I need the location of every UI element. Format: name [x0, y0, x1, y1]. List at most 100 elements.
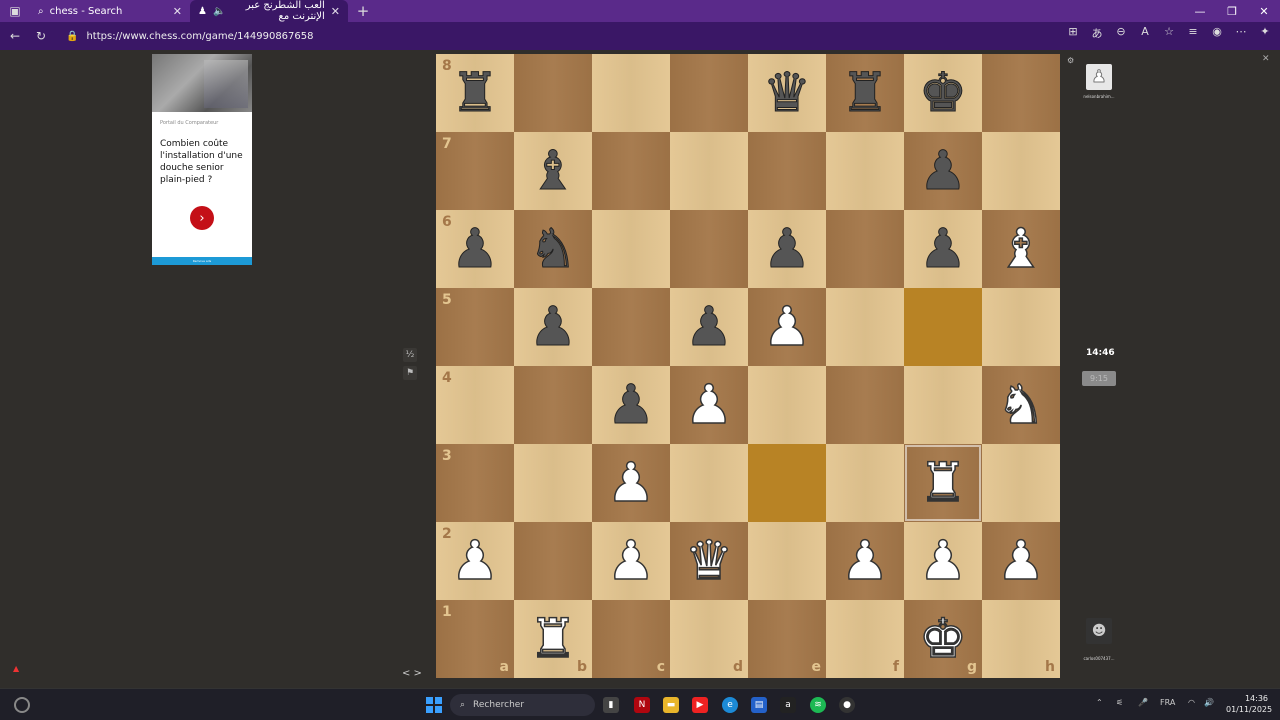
- favorite-icon[interactable]: ☆: [1162, 25, 1176, 41]
- square-f4[interactable]: [826, 366, 904, 444]
- close-icon[interactable]: ✕: [331, 5, 340, 18]
- square-b2[interactable]: [514, 522, 592, 600]
- translate-icon[interactable]: あ: [1090, 25, 1104, 41]
- square-b3[interactable]: [514, 444, 592, 522]
- settings-icon[interactable]: ⚙: [1067, 56, 1074, 65]
- square-b4[interactable]: [514, 366, 592, 444]
- square-g5[interactable]: [904, 288, 982, 366]
- square-a7[interactable]: 7: [436, 132, 514, 210]
- system-clock[interactable]: 14:36 01/11/2025: [1226, 693, 1272, 715]
- app-icon[interactable]: ●: [839, 697, 855, 713]
- minimize-icon[interactable]: —: [1184, 0, 1216, 22]
- square-b6[interactable]: ♞: [514, 210, 592, 288]
- square-a6[interactable]: 6 ♟: [436, 210, 514, 288]
- square-h5[interactable]: [982, 288, 1060, 366]
- square-h2[interactable]: ♟: [982, 522, 1060, 600]
- remove-ads-link[interactable]: Remove ads: [152, 257, 252, 265]
- square-c2[interactable]: ♟: [592, 522, 670, 600]
- opponent-name[interactable]: nelsonbrahim...: [1082, 94, 1116, 99]
- square-d8[interactable]: [670, 54, 748, 132]
- square-c7[interactable]: [592, 132, 670, 210]
- white-queen-icon[interactable]: ♛: [684, 533, 734, 589]
- close-window-icon[interactable]: ✕: [1248, 0, 1280, 22]
- white-king-icon[interactable]: ♚: [918, 611, 968, 667]
- more-icon[interactable]: ⋯: [1234, 25, 1248, 41]
- file-explorer-icon[interactable]: ▬: [663, 697, 679, 713]
- square-d2[interactable]: ♛: [670, 522, 748, 600]
- black-bishop-icon[interactable]: ♝: [528, 143, 577, 198]
- square-a1[interactable]: 1a: [436, 600, 514, 678]
- square-h1[interactable]: h: [982, 600, 1060, 678]
- square-e1[interactable]: e: [748, 600, 826, 678]
- white-pawn-icon[interactable]: ♟: [762, 299, 812, 355]
- square-a4[interactable]: 4: [436, 366, 514, 444]
- volume-icon[interactable]: 🔊: [1204, 698, 1214, 707]
- white-pawn-icon[interactable]: ♟: [450, 533, 500, 589]
- square-c8[interactable]: [592, 54, 670, 132]
- search-input[interactable]: ⌕ Rechercher: [450, 694, 595, 716]
- white-pawn-icon[interactable]: ♟: [606, 455, 656, 511]
- avatar[interactable]: ♟: [1086, 64, 1112, 90]
- profile-icon[interactable]: ◉: [1210, 25, 1224, 41]
- square-e8[interactable]: ♛: [748, 54, 826, 132]
- edge-icon[interactable]: e: [722, 697, 738, 713]
- square-f8[interactable]: ♜: [826, 54, 904, 132]
- square-e6[interactable]: ♟: [748, 210, 826, 288]
- square-c6[interactable]: [592, 210, 670, 288]
- black-rook-icon[interactable]: ♜: [450, 65, 499, 120]
- player-name[interactable]: carlos007437...: [1082, 656, 1116, 661]
- black-pawn-icon[interactable]: ♟: [918, 221, 967, 276]
- chevron-right-icon[interactable]: ›: [190, 206, 214, 230]
- square-c3[interactable]: ♟: [592, 444, 670, 522]
- black-king-icon[interactable]: ♚: [918, 65, 967, 120]
- square-b8[interactable]: [514, 54, 592, 132]
- tab-chess-search[interactable]: ⌕ chess - Search ✕: [30, 0, 190, 22]
- back-icon[interactable]: ←: [4, 25, 26, 47]
- avatar[interactable]: ☻: [1086, 618, 1112, 644]
- black-queen-icon[interactable]: ♛: [762, 65, 811, 120]
- read-aloud-icon[interactable]: A: [1138, 25, 1152, 41]
- square-c1[interactable]: c: [592, 600, 670, 678]
- amazon-icon[interactable]: a: [780, 697, 796, 713]
- chess-board[interactable]: 8 ♜ ♛ ♜ ♚ 7 ♝ ♟ 6 ♟ ♞ ♟ ♟ ♝ 5 ♟ ♟ ♟ 4 ♟ ♟ ♞ 3 ♟ ♜ 2 ♟ ♟ ♛ ♟ ♟ ♟ 1 a b ♜ c d e f…: [436, 54, 1060, 678]
- url-field[interactable]: 🔒 https://www.chess.com/game/14499086765…: [66, 25, 1056, 47]
- netflix-icon[interactable]: N: [634, 697, 650, 713]
- square-g1[interactable]: g ♚: [904, 600, 982, 678]
- network-icon[interactable]: ⚟: [1116, 698, 1123, 707]
- square-f6[interactable]: [826, 210, 904, 288]
- tab-chess-game[interactable]: ♟ 🔈 العب الشطرنج عبر الإنترنت مع ✕: [190, 0, 348, 22]
- square-f3[interactable]: [826, 444, 904, 522]
- store-icon[interactable]: ▤: [751, 697, 767, 713]
- square-h4[interactable]: ♞: [982, 366, 1060, 444]
- square-f1[interactable]: f: [826, 600, 904, 678]
- black-pawn-icon[interactable]: ♟: [528, 299, 577, 354]
- square-h6[interactable]: ♝: [982, 210, 1060, 288]
- square-f5[interactable]: [826, 288, 904, 366]
- square-a3[interactable]: 3: [436, 444, 514, 522]
- square-g7[interactable]: ♟: [904, 132, 982, 210]
- square-g3[interactable]: ♜: [904, 444, 982, 522]
- white-pawn-icon[interactable]: ♟: [996, 533, 1046, 589]
- close-icon[interactable]: ✕: [173, 5, 182, 18]
- restore-icon[interactable]: ❐: [1216, 0, 1248, 22]
- move-nav-arrows[interactable]: < >: [402, 668, 422, 679]
- square-e4[interactable]: [748, 366, 826, 444]
- white-bishop-icon[interactable]: ♝: [996, 221, 1046, 277]
- widgets-icon[interactable]: [14, 697, 30, 713]
- zoom-icon[interactable]: ⊖: [1114, 25, 1128, 41]
- chevron-up-icon[interactable]: ⌃: [1096, 698, 1103, 707]
- black-knight-icon[interactable]: ♞: [528, 221, 577, 276]
- language-indicator[interactable]: FRA: [1160, 698, 1175, 707]
- square-b7[interactable]: ♝: [514, 132, 592, 210]
- white-pawn-icon[interactable]: ♟: [918, 533, 968, 589]
- black-rook-icon[interactable]: ♜: [840, 65, 889, 120]
- square-c4[interactable]: ♟: [592, 366, 670, 444]
- white-knight-icon[interactable]: ♞: [996, 377, 1046, 433]
- square-g8[interactable]: ♚: [904, 54, 982, 132]
- start-icon[interactable]: [426, 697, 442, 713]
- notification-icon[interactable]: ▲: [13, 664, 19, 673]
- square-e7[interactable]: [748, 132, 826, 210]
- square-d6[interactable]: [670, 210, 748, 288]
- square-d5[interactable]: ♟: [670, 288, 748, 366]
- square-h8[interactable]: [982, 54, 1060, 132]
